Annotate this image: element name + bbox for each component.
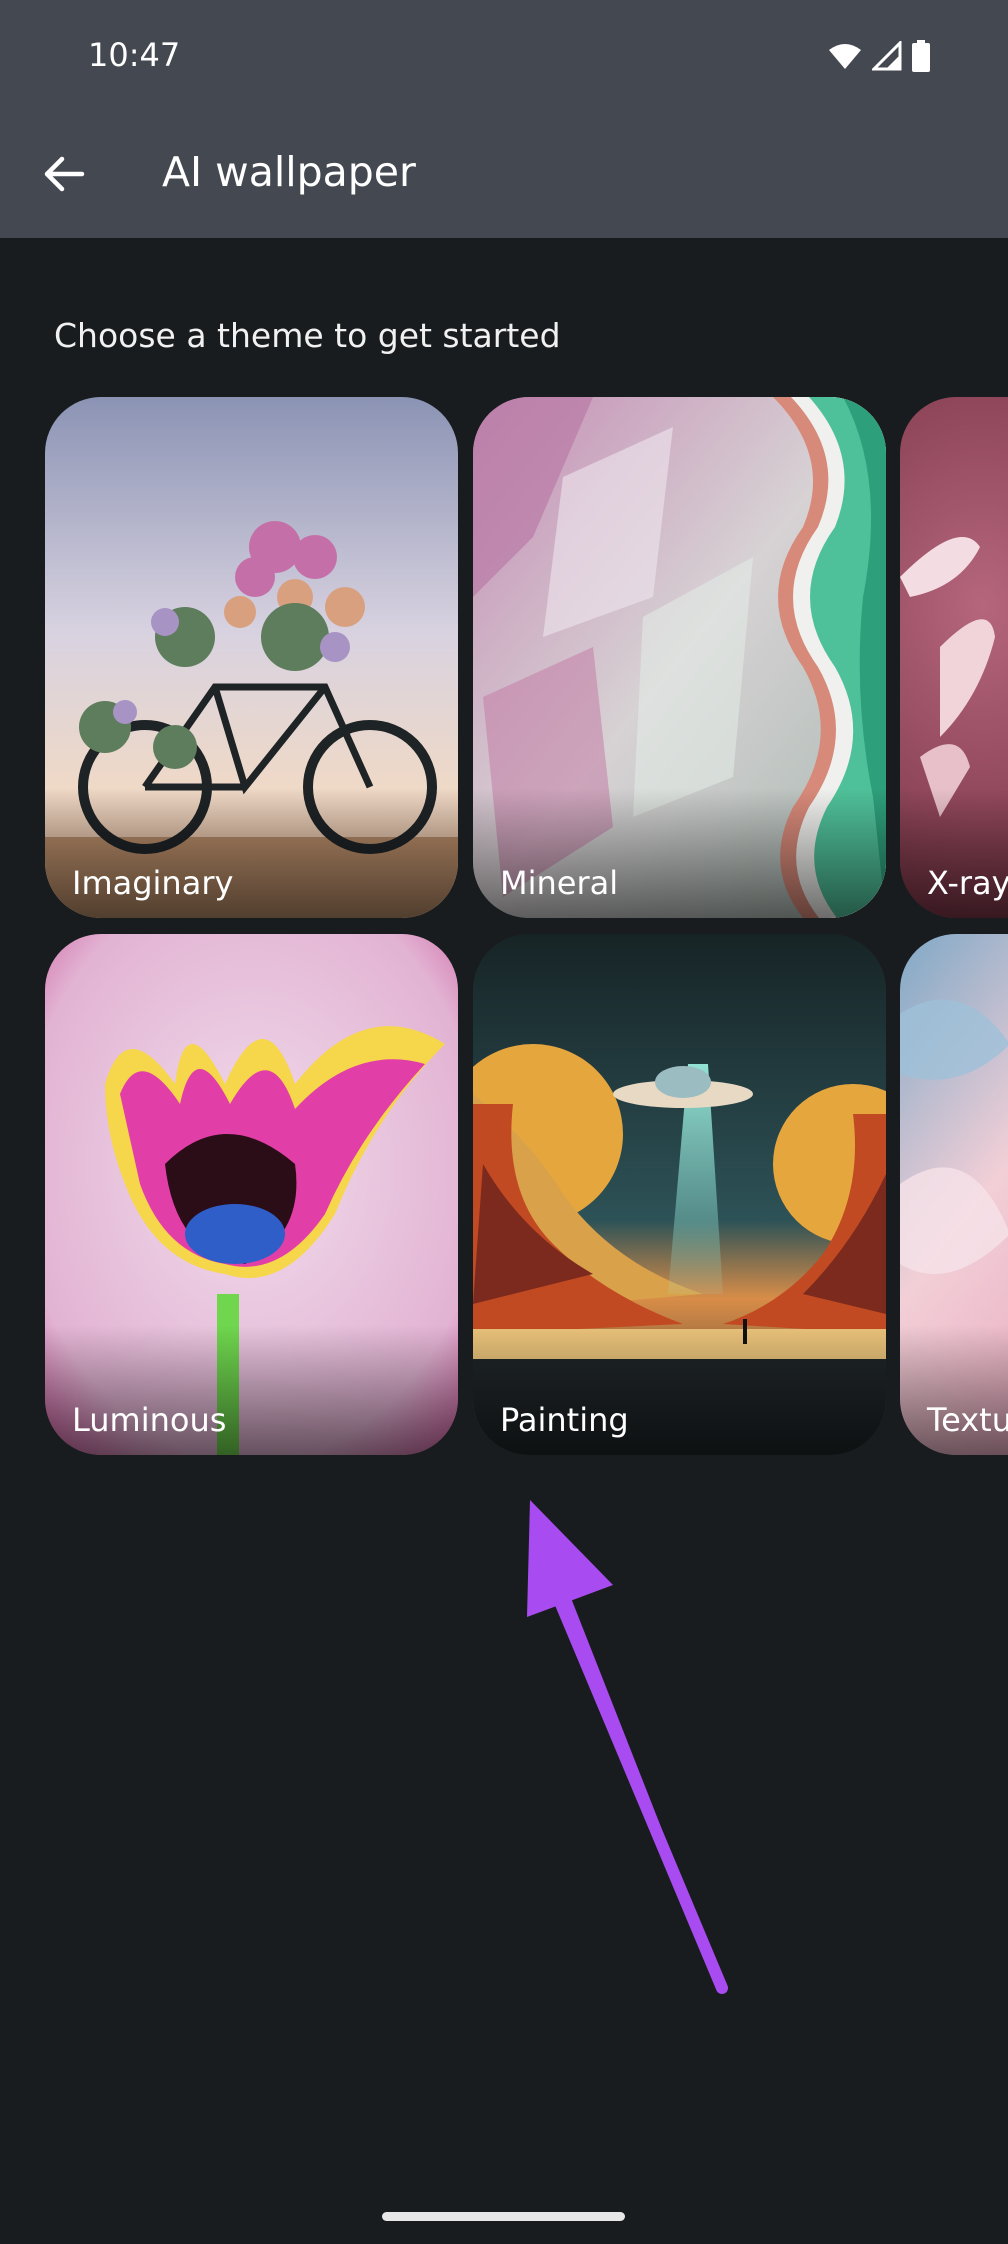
theme-label: Painting <box>500 1401 629 1439</box>
screen: 10:47 AI wallpaper Choose a theme to get… <box>0 0 1008 2244</box>
cellular-signal-icon <box>872 41 902 71</box>
theme-label: Luminous <box>72 1401 227 1439</box>
theme-label: Mineral <box>500 864 619 902</box>
section-heading: Choose a theme to get started <box>54 316 561 355</box>
back-button[interactable] <box>30 140 98 208</box>
theme-card-painting[interactable]: Painting <box>473 934 886 1455</box>
theme-card-texture[interactable]: Texture <box>900 934 1008 1455</box>
top-app-bar: 10:47 AI wallpaper <box>0 0 1008 238</box>
status-time: 10:47 <box>88 36 181 74</box>
status-icons <box>828 40 930 72</box>
theme-card-mineral[interactable]: Mineral <box>473 397 886 918</box>
battery-icon <box>912 40 930 72</box>
theme-label: X-ray <box>927 864 1008 902</box>
home-indicator[interactable] <box>382 2212 625 2221</box>
theme-card-imaginary[interactable]: Imaginary <box>45 397 458 918</box>
theme-label: Imaginary <box>72 864 234 902</box>
arrow-back-icon <box>44 156 85 192</box>
theme-card-x-ray[interactable]: X-ray <box>900 397 1008 918</box>
wifi-icon <box>829 44 861 69</box>
theme-card-luminous[interactable]: Luminous <box>45 934 458 1455</box>
page-title: AI wallpaper <box>162 148 416 196</box>
theme-label: Texture <box>927 1401 1008 1439</box>
